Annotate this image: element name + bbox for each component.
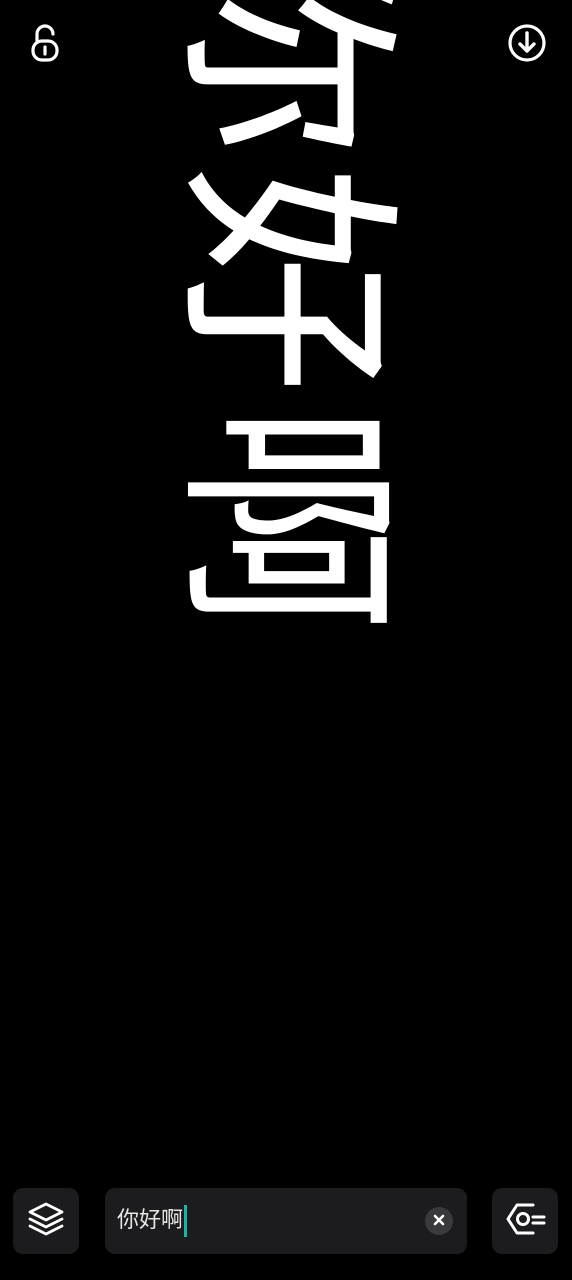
unlocked-padlock-icon	[28, 24, 62, 66]
layers-icon	[26, 1200, 66, 1242]
settings-hexagon-icon	[503, 1199, 547, 1243]
close-icon	[432, 1212, 446, 1231]
lock-button[interactable]	[22, 22, 68, 68]
text-input-value: 你好啊	[117, 1208, 184, 1233]
layers-button[interactable]	[13, 1188, 79, 1254]
text-display-area: 你好啊	[0, 0, 572, 1170]
display-text-content: 你好啊	[152, 0, 418, 642]
settings-button[interactable]	[492, 1188, 558, 1254]
text-input-container[interactable]: 你好啊	[105, 1188, 467, 1254]
text-caret	[184, 1205, 188, 1237]
text-input[interactable]: 你好啊	[117, 1188, 188, 1254]
clear-text-button[interactable]	[425, 1207, 453, 1235]
bottom-toolbar: 你好啊	[0, 1188, 572, 1254]
download-button[interactable]	[504, 22, 550, 68]
download-circle-icon	[507, 23, 547, 67]
